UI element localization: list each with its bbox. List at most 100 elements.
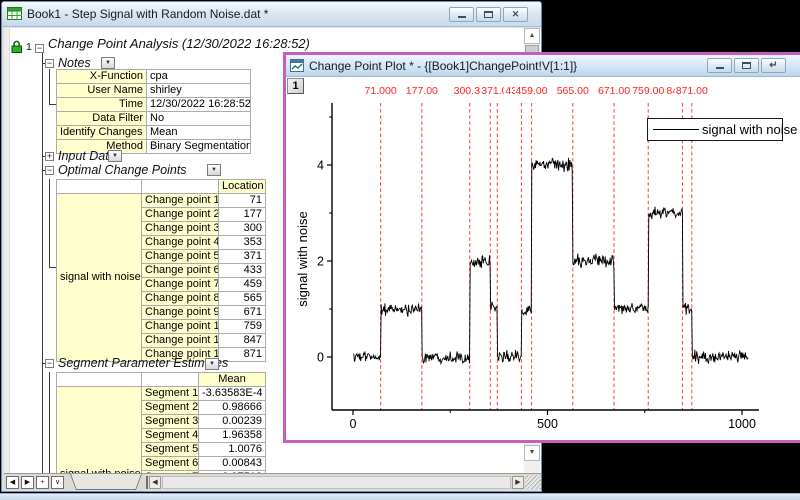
- sheet-tabbar[interactable]: ◀ ▶ + ∨ Step Signal with Random NoiseCha…: [4, 473, 541, 490]
- section-title-notes: Notes: [58, 56, 91, 70]
- maximize-icon: [484, 11, 493, 18]
- minimize-icon: [458, 16, 466, 18]
- report-root-title: Change Point Analysis (12/30/2022 16:28:…: [48, 36, 310, 51]
- maximize-button[interactable]: [476, 7, 501, 22]
- close-button[interactable]: ✕: [503, 7, 528, 22]
- x-tick-label: 1000: [728, 417, 756, 431]
- table-cell: [142, 180, 219, 194]
- table-row: X-Functioncpa: [57, 70, 251, 84]
- table-cell: Binary Segmentation: [147, 140, 251, 154]
- notes-table: X-FunctioncpaUser NameshirleyTime12/30/2…: [56, 69, 251, 154]
- table-cell: shirley: [147, 84, 251, 98]
- collapse-toggle-root[interactable]: −: [35, 44, 44, 53]
- report-row-number: 1: [26, 41, 32, 53]
- table-cell: -3.63583E-4: [199, 387, 266, 401]
- collapse-toggle-segment-estimates[interactable]: −: [45, 359, 54, 368]
- change-point-label: 759.00: [631, 85, 665, 97]
- table-cell: Change point 9: [142, 306, 219, 320]
- table-cell: 433: [219, 264, 266, 278]
- legend[interactable]: signal with noise: [647, 118, 783, 141]
- hscroll-track[interactable]: [162, 476, 511, 489]
- segment-estimates-menu-dropdown[interactable]: ▼: [205, 358, 219, 370]
- input-data-menu-dropdown[interactable]: ▼: [108, 150, 122, 162]
- graph-window-title: Change Point Plot * - {[Book1]ChangePoin…: [309, 59, 707, 73]
- table-cell: Segment 4: [142, 429, 199, 443]
- section-title-change-points: Optimal Change Points: [58, 163, 187, 177]
- notes-menu-dropdown[interactable]: ▼: [101, 57, 115, 69]
- table-row: Identify Changes inMean: [57, 126, 251, 140]
- change-point-label: 565.00: [556, 85, 590, 97]
- collapse-toggle-notes[interactable]: −: [45, 59, 54, 68]
- minimize-button[interactable]: [449, 7, 474, 22]
- table-cell: Change point 3: [142, 222, 219, 236]
- change-point-label: 459.00: [514, 85, 548, 97]
- sheet-list-button[interactable]: ∨: [51, 476, 64, 489]
- table-row: Data FilterNo: [57, 112, 251, 126]
- change-point-label: 871.00: [675, 85, 709, 97]
- scroll-down-arrow[interactable]: ▼: [524, 445, 540, 461]
- graph-window-titlebar[interactable]: Change Point Plot * - {[Book1]ChangePoin…: [286, 55, 800, 77]
- table-cell: X-Function: [57, 70, 147, 84]
- maximize-icon: [742, 62, 751, 69]
- table-cell: 565: [219, 292, 266, 306]
- tree-line: [49, 267, 56, 268]
- table-cell: signal with noise: [57, 387, 142, 476]
- tree-line: [42, 53, 43, 474]
- change-points-menu-dropdown[interactable]: ▼: [207, 164, 221, 176]
- restore-button[interactable]: ↵: [761, 58, 786, 73]
- maximize-button[interactable]: [734, 58, 759, 73]
- table-cell: Segment 3: [142, 415, 199, 429]
- table-cell: 353: [219, 236, 266, 250]
- table-cell: No: [147, 112, 251, 126]
- table-cell: Change point 11: [142, 334, 219, 348]
- table-row: Time12/30/2022 16:28:52: [57, 98, 251, 112]
- table-cell: [57, 373, 142, 387]
- table-cell: Mean: [147, 126, 251, 140]
- graph-window[interactable]: Change Point Plot * - {[Book1]ChangePoin…: [283, 52, 800, 443]
- tab-scroll-left-button[interactable]: ◀: [6, 476, 19, 489]
- table-cell: 300: [219, 222, 266, 236]
- minimize-icon: [716, 67, 724, 69]
- y-tick-label: 4: [317, 159, 324, 173]
- signal-with-noise-curve: [354, 158, 749, 364]
- add-sheet-button[interactable]: +: [36, 476, 49, 489]
- x-tick-label: 0: [350, 417, 357, 431]
- resize-grip[interactable]: [525, 475, 541, 489]
- tab-scroll-right-button[interactable]: ▶: [21, 476, 34, 489]
- hscroll-left-arrow[interactable]: ◀: [149, 476, 161, 489]
- table-cell: cpa: [147, 70, 251, 84]
- expand-toggle-input-data[interactable]: +: [45, 152, 54, 161]
- minimize-button[interactable]: [707, 58, 732, 73]
- hscroll-right-arrow[interactable]: ▶: [512, 476, 524, 489]
- change-point-label: 177.00: [405, 85, 439, 97]
- collapse-toggle-change-points[interactable]: −: [45, 166, 54, 175]
- segment-estimates-table: Meansignal with noiseSegment 1-3.63583E-…: [56, 372, 266, 475]
- table-cell: 371: [219, 250, 266, 264]
- book-window-titlebar[interactable]: Book1 - Step Signal with Random Noise.da…: [2, 2, 541, 27]
- table-cell: 459: [219, 278, 266, 292]
- table-cell: Change point 4: [142, 236, 219, 250]
- table-row: Location: [57, 180, 266, 194]
- y-tick-label: 2: [317, 255, 324, 269]
- y-tick-label: 0: [317, 351, 324, 365]
- scroll-up-arrow[interactable]: ▲: [524, 28, 540, 44]
- table-cell: Segment 2: [142, 401, 199, 415]
- table-cell: Change point 6: [142, 264, 219, 278]
- change-point-label: 671.00: [597, 85, 631, 97]
- graph-canvas[interactable]: 1 02405001000 71.000177.00300.00353.0037…: [286, 77, 800, 440]
- tab-splitter-handle[interactable]: [146, 476, 148, 489]
- change-point-label: 71.000: [364, 85, 398, 97]
- table-cell: Segment 6: [142, 457, 199, 471]
- legend-label: signal with noise: [699, 122, 797, 137]
- table-cell: 177: [219, 208, 266, 222]
- report-left-margin: [4, 28, 10, 475]
- table-cell: 1.0076: [199, 443, 266, 457]
- table-cell: 12/30/2022 16:28:52: [147, 98, 251, 112]
- table-cell: Mean: [199, 373, 266, 387]
- close-icon: ✕: [512, 10, 520, 19]
- table-cell: Data Filter: [57, 112, 147, 126]
- tree-line: [49, 372, 50, 474]
- lock-icon: [10, 40, 23, 53]
- table-cell: Change point 10: [142, 320, 219, 334]
- table-row: signal with noiseChange point 171: [57, 194, 266, 208]
